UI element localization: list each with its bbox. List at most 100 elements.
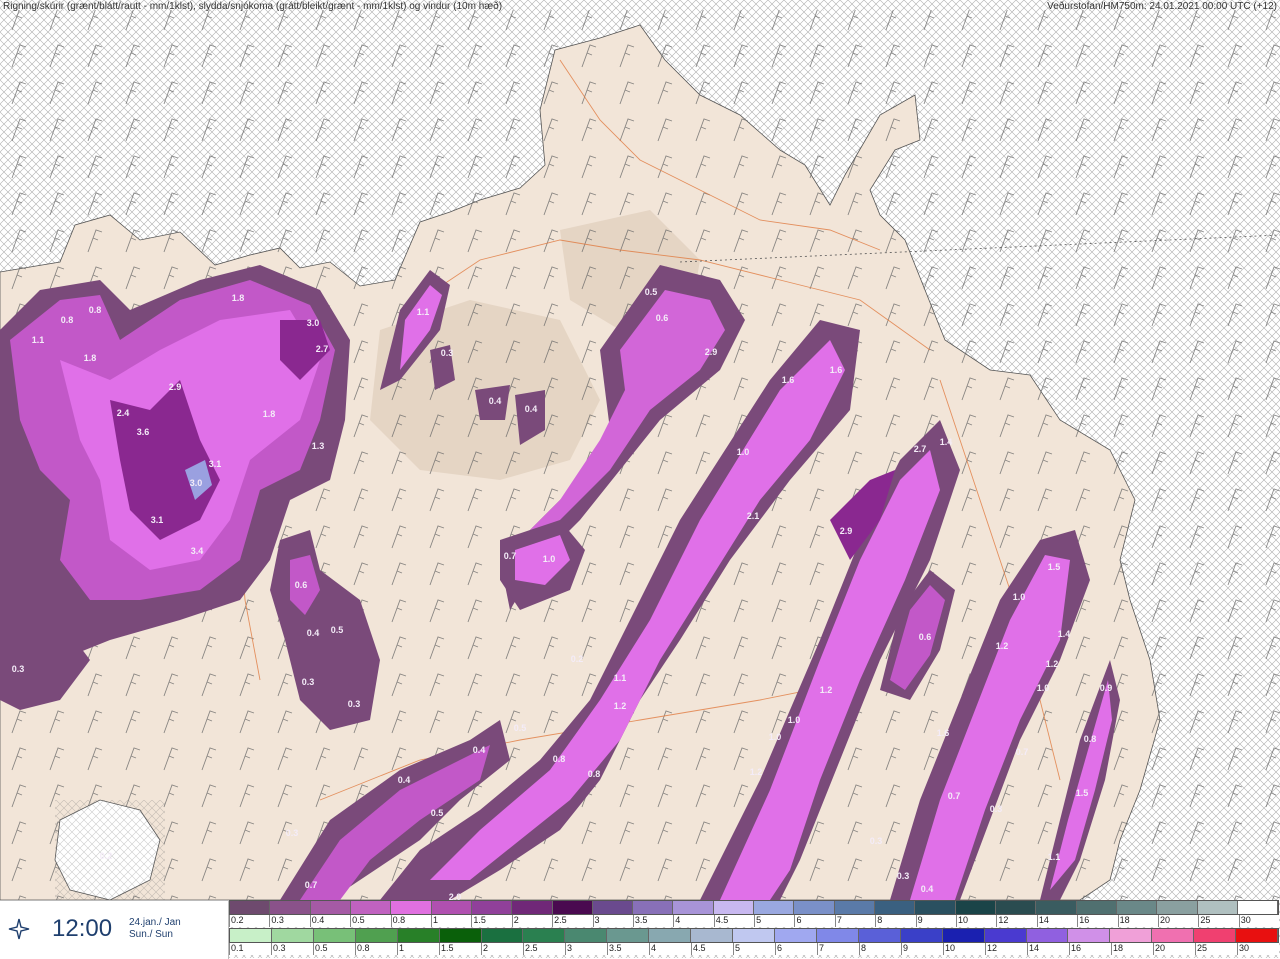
legend-swatch: [858, 929, 901, 942]
map-title: Rigning/skúrir (grænt/blátt/rautt - mm/1…: [3, 1, 503, 12]
precip-label: 2.1: [746, 511, 760, 521]
precip-label: 0.5: [513, 723, 527, 733]
legend-tick-label: 18: [1117, 915, 1158, 927]
precip-label: 1.5: [1075, 788, 1089, 798]
precip-label: 0.3: [989, 804, 1003, 814]
legend-swatch: [523, 929, 566, 942]
legend-swatch: [1110, 929, 1153, 942]
legend-tick-label: 25: [1195, 943, 1237, 955]
legend-tick-label: 12: [996, 915, 1036, 927]
legend-tick-label: 2: [481, 943, 523, 955]
precip-label: 0.2: [570, 654, 584, 664]
precip-label: 1.5: [1047, 562, 1061, 572]
precip-label: 0.4: [488, 396, 502, 406]
legend-tick-label: 0.8: [355, 943, 397, 955]
legend-swatch: [915, 901, 956, 914]
legend-tick-label: 4.5: [713, 915, 754, 927]
legend-swatch: [1236, 929, 1279, 942]
legend-swatch: [397, 929, 440, 942]
precip-label: 1.0: [736, 447, 750, 457]
legend-swatch: [1116, 901, 1158, 914]
precip-label: 0.3: [285, 828, 299, 838]
precip-label: 0.8: [60, 315, 74, 325]
legend-tick-label: 6: [794, 915, 834, 927]
legend-tick-label: 8: [875, 915, 915, 927]
legend-swatch: [1237, 901, 1279, 914]
legend-swatch: [1157, 901, 1198, 914]
precip-label: 0.3: [11, 664, 25, 674]
precip-label: 2.9: [168, 382, 182, 392]
forecast-time: 12:00: [52, 915, 113, 942]
legend-swatch: [1036, 901, 1077, 914]
legend-swatch: [313, 929, 356, 942]
legend-swatch: [1076, 901, 1117, 914]
legend-swatch: [271, 929, 314, 942]
time-panel: 12:00 24.jan./ Jan Sun./ Sun: [0, 900, 229, 959]
precip-label: 1.0: [1012, 592, 1026, 602]
legend-swatch: [350, 901, 392, 914]
legend-tick-label: 8: [859, 943, 901, 955]
precip-label: 2.7: [315, 344, 329, 354]
legend-swatch: [355, 929, 398, 942]
precip-label: 3.6: [136, 427, 150, 437]
precip-label: 0.5: [330, 625, 344, 635]
legend-swatch: [512, 901, 553, 914]
legend-swatch: [471, 901, 513, 914]
legend-tick-label: 18: [1111, 943, 1153, 955]
legend-tick-label: 0.2: [229, 915, 269, 927]
precip-label: 1.2: [1045, 659, 1059, 669]
legend-snow-ticks: 0.1 0.3 0.5 0.8 1 1.5 2 2.5 3 3.5 4 4.5 5 6 7 8 9 10 12 14 1…: [229, 943, 1279, 955]
legend-swatch: [1194, 929, 1237, 942]
precip-label: 1.8: [83, 353, 97, 363]
precip-label: 1.6: [781, 375, 795, 385]
legend-tick-label: 30: [1238, 915, 1279, 927]
legend-tick-label: 6: [775, 943, 817, 955]
legend-tick-label: 9: [915, 915, 956, 927]
precip-label: 0.3: [896, 871, 910, 881]
legend-swatch: [431, 901, 472, 914]
precip-label: 3.0: [306, 318, 320, 328]
precip-label: 3.0: [189, 478, 203, 488]
legend-tick-label: 14: [1036, 915, 1077, 927]
legend-tick-label: 1.5: [471, 915, 511, 927]
precip-label: 1.0: [1036, 683, 1050, 693]
legend-swatch: [900, 929, 943, 942]
forecast-date: 24.jan./ Jan Sun./ Sun: [129, 917, 181, 941]
legend-swatch: [942, 929, 985, 942]
legend-tick-label: 0.3: [269, 915, 309, 927]
legend-tick-label: 20: [1157, 915, 1198, 927]
legend-tick-label: 12: [985, 943, 1027, 955]
precip-label: 1.3: [311, 441, 325, 451]
legend-swatch: [439, 929, 482, 942]
precip-label: 0.5: [430, 808, 444, 818]
legend-tick-label: 10: [956, 915, 996, 927]
legend-swatch: [552, 901, 593, 914]
legend-tick-label: 14: [1027, 943, 1069, 955]
precip-label: 0.8: [587, 769, 601, 779]
legend-tick-label: 7: [817, 943, 859, 955]
precip-label: 1.4: [1057, 629, 1071, 639]
precip-label: 1.4: [939, 437, 953, 447]
precip-label: 0.7: [1015, 747, 1029, 757]
legend-swatch: [230, 901, 271, 914]
precip-label: 0.2: [99, 851, 113, 861]
precip-label: 1.2: [995, 641, 1009, 651]
legend-tick-label: 3: [565, 943, 607, 955]
precip-label: 0.4: [920, 884, 934, 894]
legend-swatch: [754, 901, 795, 914]
precip-label: 1.8: [231, 293, 245, 303]
legend-swatch: [875, 901, 916, 914]
legend-rain-ticks: 0.2 0.3 0.4 0.5 0.8 1 1.5 2 2.5 3 3.5 4 4.5 5 6 7 8 9 10 12…: [229, 915, 1279, 927]
legend-snow-colors: [229, 928, 1279, 943]
legend-tick-label: 30: [1237, 943, 1279, 955]
legend-swatch: [310, 901, 351, 914]
legend-tick-label: 0.8: [390, 915, 431, 927]
precip-label: 0.8: [88, 305, 102, 315]
legend-tick-label: 2: [511, 915, 552, 927]
precip-label: 0.6: [918, 632, 932, 642]
precip-label: 0.4: [397, 775, 411, 785]
precip-label: 0.5: [644, 287, 658, 297]
precip-label: 1.0: [787, 715, 801, 725]
precip-label: 0.8: [1083, 734, 1097, 744]
precip-label: 0.3: [347, 699, 361, 709]
